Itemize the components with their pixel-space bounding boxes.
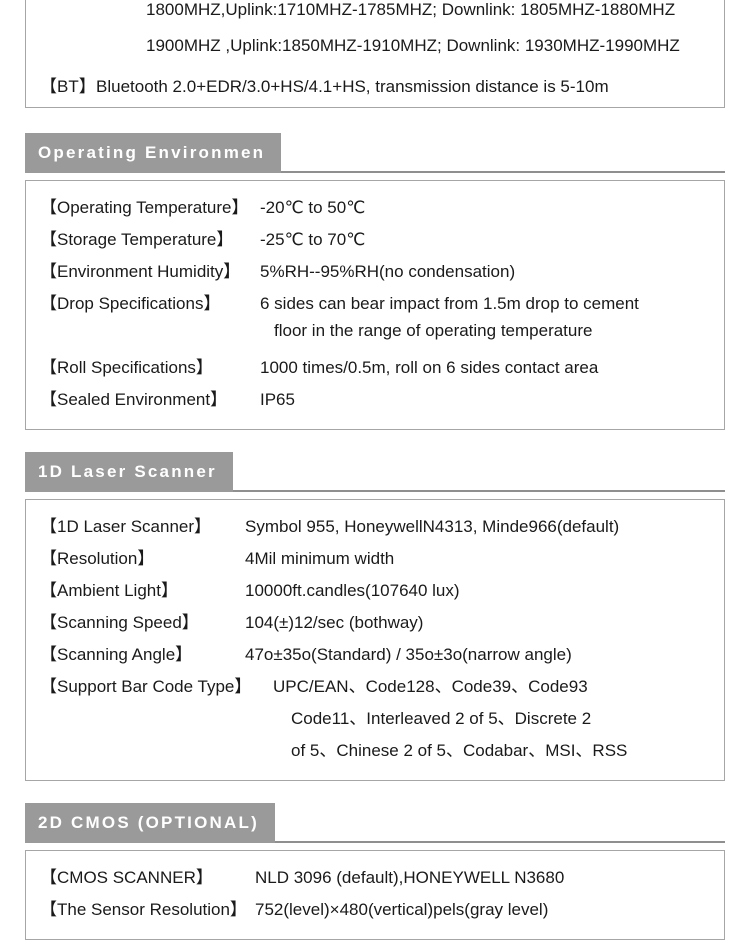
row-value: UPC/EAN、Code128、Code39、Code93 [273,677,588,696]
row-value: Symbol 955, HoneywellN4313, Minde966(def… [245,517,620,536]
2d-cmos-card: 【CMOS SCANNER】 NLD 3096 (default),HONEYW… [25,850,725,940]
table-row: 【Resolution】 4Mil minimum width [26,544,724,576]
table-row: 【Scanning Speed】 104(±)12/sec (bothway) [26,608,724,640]
row-value: Bluetooth 2.0+EDR/3.0+HS/4.1+HS, transmi… [96,77,609,96]
table-row: 【Roll Specifications】 1000 times/0.5m, r… [26,353,724,385]
row-label: 【Support Bar Code Type】 [40,677,252,696]
row-value: 10000ft.candles(107640 lux) [245,581,460,600]
table-row-continuation: of 5、Chinese 2 of 5、Codabar、MSI、RSS [26,736,724,768]
table-row: 【1D Laser Scanner】 Symbol 955, Honeywell… [26,512,724,544]
section-header-2d-cmos-optional: 2D CMOS (OPTIONAL) [25,803,725,843]
row-value: 1900MHZ ,Uplink:1850MHZ-1910MHZ; Downlin… [146,36,680,55]
table-row: 【BT】 Bluetooth 2.0+EDR/3.0+HS/4.1+HS, tr… [26,72,724,108]
table-row-continuation: floor in the range of operating temperat… [26,321,724,353]
table-row: 【Operating Temperature】 -20℃ to 50℃ [26,193,724,225]
row-label: 【The Sensor Resolution】 [40,900,247,919]
row-value: NLD 3096 (default),HONEYWELL N3680 [255,868,565,887]
row-label: 【CMOS SCANNER】 [40,868,213,887]
section-title-1d-laser-scanner: 1D Laser Scanner [25,452,233,492]
row-value: 752(level)×480(vertical)pels(gray level) [255,900,549,919]
row-value: 1800MHZ,Uplink:1710MHZ-1785MHZ; Downlink… [146,0,676,19]
section-title-2d-cmos-optional: 2D CMOS (OPTIONAL) [25,803,275,843]
row-label: 【Operating Temperature】 [40,198,249,217]
table-row: 1800MHZ,Uplink:1710MHZ-1785MHZ; Downlink… [26,0,724,36]
table-row: 【The Sensor Resolution】 752(level)×480(v… [26,895,724,927]
row-value: Code11、Interleaved 2 of 5、Discrete 2 [291,709,592,728]
row-value: 104(±)12/sec (bothway) [245,613,424,632]
row-label: 【Drop Specifications】 [40,294,221,313]
1d-laser-scanner-card: 【1D Laser Scanner】 Symbol 955, Honeywell… [25,499,725,781]
row-label: 【Scanning Speed】 [40,613,199,632]
table-row: 【Storage Temperature】 -25℃ to 70℃ [26,225,724,257]
row-label: 【1D Laser Scanner】 [40,517,212,536]
row-label: 【BT】 [40,77,96,96]
section-header-1d-laser-scanner: 1D Laser Scanner [25,452,725,492]
section-header-operating-environment: Operating Environmen [25,133,725,173]
table-row: 【Support Bar Code Type】 UPC/EAN、Code128、… [26,672,724,704]
row-value: of 5、Chinese 2 of 5、Codabar、MSI、RSS [291,741,628,760]
row-value: 4Mil minimum width [245,549,395,568]
row-value: 47o±35o(Standard) / 35o±3o(narrow angle) [245,645,572,664]
operating-environment-card: 【Operating Temperature】 -20℃ to 50℃ 【Sto… [25,180,725,430]
table-row: 【Scanning Angle】 47o±35o(Standard) / 35o… [26,640,724,672]
rf-bluetooth-card: 1800MHZ,Uplink:1710MHZ-1785MHZ; Downlink… [25,0,725,108]
table-row: 【Environment Humidity】 5%RH--95%RH(no co… [26,257,724,289]
row-label: 【Ambient Light】 [40,581,178,600]
table-row: 【Sealed Environment】 IP65 [26,385,724,417]
table-row-continuation: Code11、Interleaved 2 of 5、Discrete 2 [26,704,724,736]
row-label: 【Scanning Angle】 [40,645,193,664]
specification-page: 1800MHZ,Uplink:1710MHZ-1785MHZ; Downlink… [0,0,750,940]
table-row: 【Ambient Light】 10000ft.candles(107640 l… [26,576,724,608]
row-value: -20℃ to 50℃ [260,198,366,217]
row-value: floor in the range of operating temperat… [274,321,593,340]
table-row: 【CMOS SCANNER】 NLD 3096 (default),HONEYW… [26,863,724,895]
row-value: 1000 times/0.5m, roll on 6 sides contact… [260,358,599,377]
row-value: IP65 [260,390,295,409]
row-label: 【Resolution】 [40,549,155,568]
row-label: 【Storage Temperature】 [40,230,234,249]
table-row: 【Drop Specifications】 6 sides can bear i… [26,289,724,321]
row-value: 6 sides can bear impact from 1.5m drop t… [260,294,639,313]
row-value: 5%RH--95%RH(no condensation) [260,262,516,281]
row-value: -25℃ to 70℃ [260,230,366,249]
row-label: 【Sealed Environment】 [40,390,228,409]
row-label: 【Environment Humidity】 [40,262,241,281]
row-label: 【Roll Specifications】 [40,358,213,377]
table-row: 1900MHZ ,Uplink:1850MHZ-1910MHZ; Downlin… [26,36,724,72]
section-title-operating-environment: Operating Environmen [25,133,282,173]
